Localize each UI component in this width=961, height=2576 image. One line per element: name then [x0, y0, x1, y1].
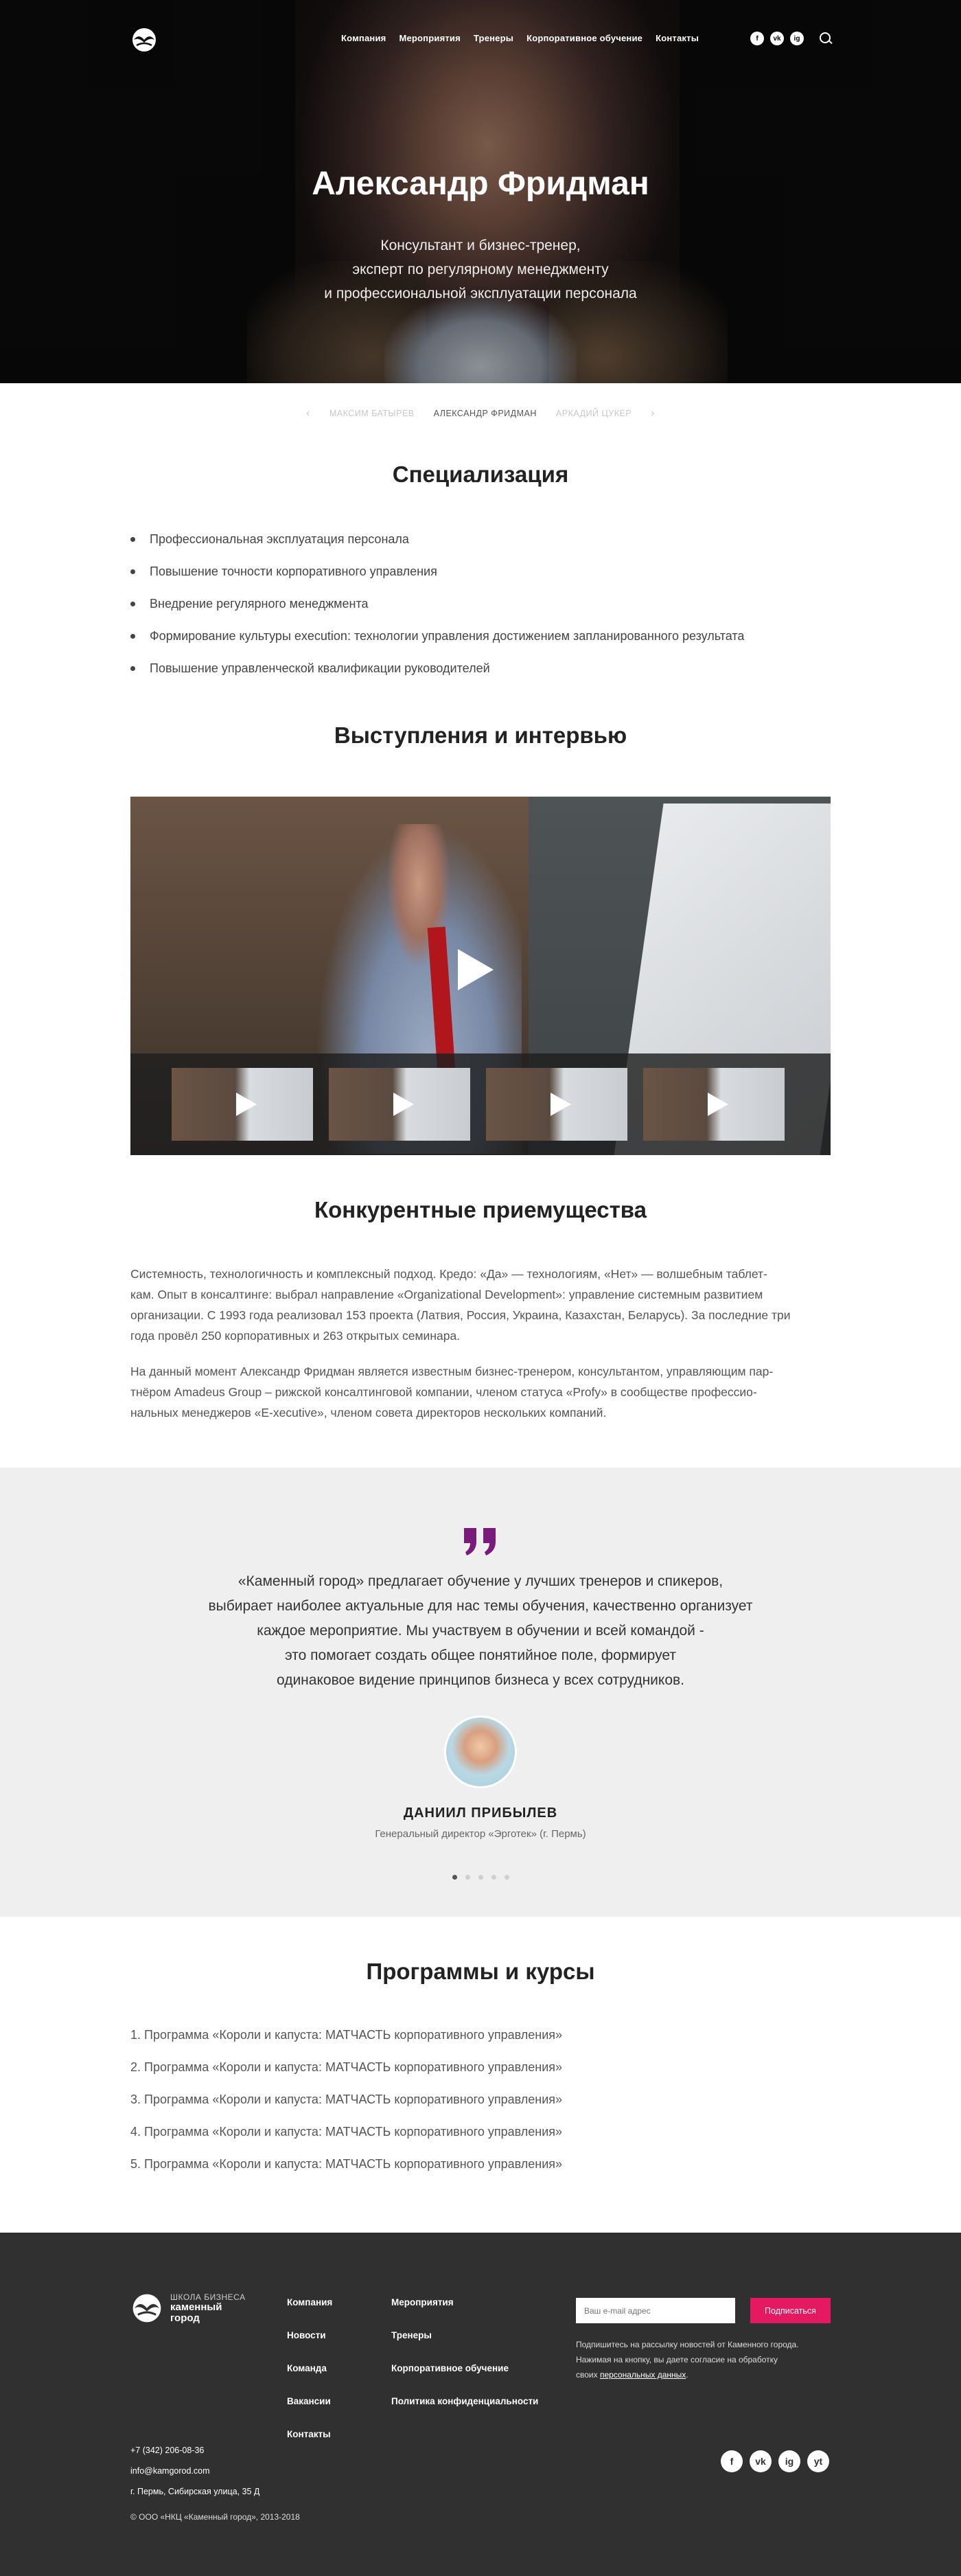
- specialization-list: Профессиональная эксплуатация персонала …: [130, 531, 744, 692]
- menu-item-events[interactable]: Мероприятия: [399, 33, 460, 43]
- slider-dot[interactable]: [504, 1875, 509, 1880]
- testimonial-author: ДАНИИЛ ПРИБЫЛЕВ: [403, 1805, 558, 1821]
- play-icon: [236, 1093, 257, 1116]
- slider-dots: [0, 1875, 961, 1880]
- subscribe-note: Подпишитесь на рассылку новостей от Каме…: [576, 2340, 799, 2380]
- program-link[interactable]: 1. Программа «Короли и капуста: МАТЧАСТЬ…: [130, 2027, 562, 2059]
- advantages-paragraph-2: На данный момент Александр Фридман являе…: [130, 1365, 774, 1420]
- avatar: [444, 1716, 517, 1788]
- menu-item-trainers[interactable]: Тренеры: [474, 33, 513, 43]
- quote-icon: [464, 1528, 496, 1555]
- menu-item-contacts[interactable]: Контакты: [656, 33, 699, 43]
- vk-icon[interactable]: vk: [750, 2450, 772, 2472]
- phone[interactable]: +7 (342) 206-08-36: [130, 2446, 259, 2466]
- logo-icon: [132, 2294, 161, 2323]
- video-thumbnails: [130, 1053, 831, 1155]
- video-thumbnail[interactable]: [172, 1068, 313, 1141]
- video-thumbnail[interactable]: [643, 1068, 785, 1141]
- subscribe-button[interactable]: Подписаться: [750, 2298, 831, 2323]
- slider-dot[interactable]: [465, 1875, 470, 1880]
- address: г. Пермь, Сибирская улица, 35 Д: [130, 2487, 260, 2496]
- email-field[interactable]: [576, 2298, 735, 2323]
- play-icon[interactable]: [458, 949, 494, 990]
- play-icon: [393, 1093, 414, 1116]
- footer-link-news[interactable]: Новости: [287, 2330, 332, 2363]
- footer-menu-2: Мероприятия Тренеры Корпоративное обучен…: [391, 2297, 538, 2429]
- footer-link-company[interactable]: Компания: [287, 2297, 332, 2330]
- video-player[interactable]: [130, 797, 831, 1155]
- program-link[interactable]: 3. Программа «Короли и капуста: МАТЧАСТЬ…: [130, 2091, 562, 2123]
- program-link[interactable]: 4. Программа «Короли и капуста: МАТЧАСТЬ…: [130, 2123, 562, 2156]
- video-thumbnail[interactable]: [486, 1068, 627, 1141]
- footer-link-corporate[interactable]: Корпоративное обучение: [391, 2363, 538, 2396]
- programs-title: Программы и курсы: [366, 1959, 595, 1984]
- prev-trainer-link[interactable]: МАКСИМ БАТЫРЕВ: [329, 409, 415, 418]
- logo-icon[interactable]: [130, 27, 158, 52]
- chevron-right-icon[interactable]: ›: [651, 407, 655, 420]
- trainer-navigation: ‹ МАКСИМ БАТЫРЕВ АЛЕКСАНДР ФРИДМАН АРКАД…: [0, 407, 961, 420]
- footer-link-trainers[interactable]: Тренеры: [391, 2330, 538, 2363]
- advantages-paragraph-1: Системность, технологичность и комплексн…: [130, 1267, 791, 1343]
- programs-list: 1. Программа «Короли и капуста: МАТЧАСТЬ…: [130, 2027, 562, 2188]
- facebook-icon[interactable]: f: [750, 32, 764, 45]
- footer-link-privacy[interactable]: Политика конфиденциальности: [391, 2396, 538, 2429]
- talks-title: Выступления и интервью: [334, 722, 627, 748]
- video-thumbnail[interactable]: [329, 1068, 470, 1141]
- top-nav: Компания Мероприятия Тренеры Корпоративн…: [0, 0, 961, 77]
- search-icon[interactable]: [819, 32, 833, 45]
- play-icon: [551, 1093, 571, 1116]
- slider-dot[interactable]: [452, 1875, 457, 1880]
- list-item: Внедрение регулярного менеджмента: [130, 595, 744, 628]
- current-trainer: АЛЕКСАНДР ФРИДМАН: [433, 409, 537, 418]
- specialization-title: Специализация: [392, 461, 569, 487]
- testimonial-role: Генеральный директор «Эрготек» (г. Пермь…: [375, 1828, 586, 1840]
- menu-item-company[interactable]: Компания: [341, 33, 386, 43]
- main-menu: Компания Мероприятия Тренеры Корпоративн…: [341, 33, 699, 43]
- footer-contacts: +7 (342) 206-08-36 info@kamgorod.com г. …: [130, 2446, 259, 2507]
- footer: ШКОЛА БИЗНЕСА каменный город Компания Но…: [0, 2233, 961, 2576]
- social-links-bottom: f vk ig yt: [721, 2450, 829, 2472]
- email-link[interactable]: info@kamgorod.com: [130, 2466, 259, 2487]
- program-link[interactable]: 2. Программа «Короли и капуста: МАТЧАСТЬ…: [130, 2059, 562, 2091]
- advantages-title: Конкурентные приемущества: [314, 1197, 647, 1222]
- menu-item-corporate[interactable]: Корпоративное обучение: [526, 33, 642, 43]
- youtube-icon[interactable]: yt: [807, 2450, 829, 2472]
- footer-menu-1: Компания Новости Команда Вакансии Контак…: [287, 2297, 332, 2462]
- next-trainer-link[interactable]: АРКАДИЙ ЦУКЕР: [556, 409, 632, 418]
- list-item: Профессиональная эксплуатация персонала: [130, 531, 744, 563]
- hero-section: Компания Мероприятия Тренеры Корпоративн…: [0, 0, 961, 383]
- personal-data-link[interactable]: персональных данных: [600, 2370, 686, 2380]
- footer-link-team[interactable]: Команда: [287, 2363, 332, 2396]
- hero-subtitle: Консультант и бизнес-тренер, эксперт по …: [324, 238, 637, 301]
- instagram-icon[interactable]: ig: [778, 2450, 800, 2472]
- list-item: Повышение управленческой квалификации ру…: [130, 660, 744, 692]
- slider-dot[interactable]: [478, 1875, 483, 1880]
- chevron-left-icon[interactable]: ‹: [306, 407, 310, 420]
- footer-logo[interactable]: ШКОЛА БИЗНЕСА каменный город: [130, 2292, 246, 2325]
- facebook-icon[interactable]: f: [721, 2450, 743, 2472]
- social-links-top: f vk ig: [750, 32, 833, 45]
- footer-link-vacancies[interactable]: Вакансии: [287, 2396, 332, 2429]
- list-item: Повышение точности корпоративного управл…: [130, 563, 744, 595]
- testimonial-section: «Каменный город» предлагает обучение у л…: [0, 1468, 961, 1917]
- vk-icon[interactable]: vk: [770, 32, 784, 45]
- program-link[interactable]: 5. Программа «Короли и капуста: МАТЧАСТЬ…: [130, 2156, 562, 2188]
- testimonial-quote: «Каменный город» предлагает обучение у л…: [208, 1573, 753, 1688]
- slider-dot[interactable]: [491, 1875, 496, 1880]
- page-title: Александр Фридман: [312, 166, 649, 202]
- instagram-icon[interactable]: ig: [790, 32, 804, 45]
- copyright: © ООО «НКЦ «Каменный город», 2013-2018: [130, 2512, 300, 2522]
- footer-link-events[interactable]: Мероприятия: [391, 2297, 538, 2330]
- list-item: Формирование культуры execution: техноло…: [130, 628, 744, 660]
- play-icon: [708, 1093, 728, 1116]
- footer-link-contacts[interactable]: Контакты: [287, 2429, 332, 2462]
